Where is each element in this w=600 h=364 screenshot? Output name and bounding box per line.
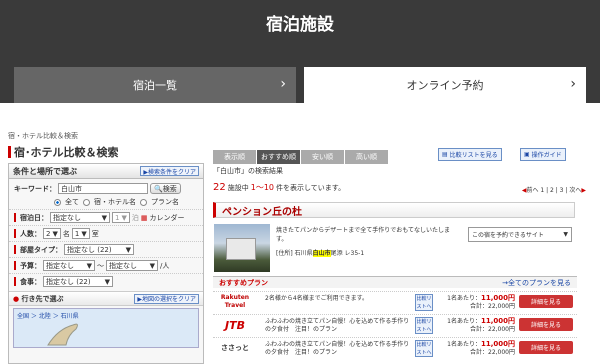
keyword-input[interactable]: 白山市 [58, 183, 148, 194]
section-title: 宿･ホテル比較＆検索 [8, 144, 119, 160]
rakuten-logo: Rakuten Travel [220, 294, 250, 309]
next-link[interactable]: 次へ [569, 187, 581, 194]
checkin-label: 宿泊日： [20, 213, 48, 222]
pagination: ◀前へ 1 | 2 | 3 | 次へ▶ [522, 185, 586, 194]
radio-all[interactable] [54, 198, 61, 206]
area-map[interactable]: 全国 ＞ 北陸 ＞ 石川県 [13, 308, 199, 348]
plan-price: 1名あたり：11,000円 合計：22,000円 [447, 317, 515, 333]
sort-cheapest[interactable]: 安い順 [301, 150, 345, 164]
budget-min-select[interactable]: 指定なし ▼ [43, 260, 95, 271]
plan-description: ふわふわの焼き立てパン自慢！心を込めて作る手作りの夕食付 注目！のプラン [265, 341, 410, 356]
calendar-icon[interactable]: ▦ [141, 214, 148, 222]
all-plans-link[interactable]: →全てのプランを見る [502, 278, 571, 288]
plan-row: JTB ふわふわの焼き立てパン自慢！心を込めて作る手作りの夕食付 注目！のプラン… [213, 314, 577, 336]
pin-icon: ● [13, 294, 20, 303]
budget-max-select[interactable]: 指定なし ▼ [106, 260, 158, 271]
next-icon: ▶ [581, 187, 586, 194]
tab-accommodation-list[interactable]: 宿泊一覧 › [14, 67, 296, 103]
detail-button[interactable]: 詳細を見る [519, 295, 573, 308]
plan-price: 1名あたり：11,000円 合計：22,000円 [447, 294, 515, 310]
budget-label: 予算： [20, 261, 41, 270]
nights-select[interactable]: 1 ▼ [112, 212, 130, 223]
booking-site-select[interactable]: この宿を予約できるサイト ▼ [468, 227, 572, 242]
roomtype-label: 部屋タイプ： [20, 245, 62, 254]
add-compare-button[interactable]: 比較リストへ [415, 294, 433, 311]
rooms-select[interactable]: 1 ▼ [71, 228, 90, 239]
add-compare-button[interactable]: 比較リストへ [415, 317, 433, 334]
sort-display-order[interactable]: 表示順 [213, 150, 257, 164]
plan-row: ささっと ふわふわの焼き立てパン自慢！心を込めて作る手作りの夕食付 注目！のプラ… [213, 337, 577, 359]
tab-label: 宿泊一覧 [133, 79, 177, 92]
plan-description: ふわふわの焼き立てパン自慢！心を込めて作る手作りの夕食付 注目！のプラン [265, 318, 410, 333]
breadcrumb: 宿・ホテル比較＆検索 [8, 132, 78, 140]
clear-conditions-button[interactable]: ▶検索条件をクリア [140, 166, 199, 176]
checkin-select[interactable]: 指定なし ▼ [50, 212, 110, 223]
detail-button[interactable]: 詳細を見る [519, 318, 573, 331]
help-icon: ▣ [524, 151, 530, 158]
calendar-link[interactable]: カレンダー [149, 213, 184, 223]
result-count: 22 施設中 1〜10 件を表示しています。 [213, 182, 346, 193]
plan-description: 2名様から4名様までご利用できます。 [265, 295, 369, 302]
hotel-photo[interactable] [214, 224, 270, 272]
add-compare-button[interactable]: 比較リストへ [415, 340, 433, 357]
clear-map-button[interactable]: ▶地図の選択をクリア [134, 293, 199, 304]
plan-row: Rakuten Travel 2名様から4名様までご利用できます。 比較リストへ… [213, 291, 577, 313]
keyword-label: キーワード： [14, 184, 56, 193]
page-links[interactable]: 1 | 2 | 3 | [540, 187, 567, 194]
search-panel: 条件と場所で選ぶ ▶検索条件をクリア キーワード： 白山市 🔍検索 全て 宿・ホ… [8, 163, 204, 364]
sort-highest[interactable]: 高い順 [345, 150, 389, 164]
prev-link[interactable]: 前へ [526, 187, 538, 194]
meal-select[interactable]: 指定なし (22) ▼ [43, 276, 113, 287]
radio-hotel-name[interactable] [83, 198, 90, 206]
sort-recommended[interactable]: おすすめ順 [257, 150, 301, 164]
people-select[interactable]: 2 ▼ [43, 228, 61, 239]
roomtype-select[interactable]: 指定なし (22) ▼ [64, 244, 134, 255]
jtb-logo: JTB [225, 319, 245, 332]
meal-label: 食事： [20, 277, 41, 286]
chevron-right-icon: › [570, 76, 576, 92]
people-label: 人数： [20, 229, 41, 238]
hotel-name[interactable]: ペンション丘の杜 [213, 202, 575, 218]
site-logo: ささっと [221, 344, 249, 352]
list-icon: ▤ [442, 151, 448, 158]
hotel-description: 焼きたてパンからデザートまで全て手作りでおもてなしいたします。 [276, 227, 451, 243]
compare-list-button[interactable]: ▤ 比較リストを見る [438, 148, 502, 161]
plan-price: 1名あたり：11,000円 合計：22,000円 [447, 340, 515, 356]
map-header: ● 行き先で選ぶ ▶地図の選択をクリア [9, 291, 203, 306]
map-shape [47, 323, 78, 346]
radio-plan-name[interactable] [140, 198, 147, 206]
page-title: 宿泊施設 [266, 15, 334, 35]
search-button[interactable]: 🔍検索 [150, 183, 181, 194]
detail-button[interactable]: 詳細を見る [519, 341, 573, 354]
result-heading: 「白山市」の検索結果 [213, 167, 283, 175]
tab-label: オンライン予約 [406, 79, 484, 92]
panel-header: 条件と場所で選ぶ ▶検索条件をクリア [9, 164, 203, 179]
hotel-address: [住所] 石川県白山市尾添 レ35-1 [276, 250, 365, 257]
plans-header: おすすめプラン →全てのプランを見る [213, 276, 577, 288]
tab-online-booking[interactable]: オンライン予約 › [304, 67, 586, 103]
sort-tabs: 表示順 おすすめ順 安い順 高い順 [213, 150, 389, 164]
chevron-right-icon: › [280, 76, 286, 92]
guide-button[interactable]: ▣ 操作ガイド [520, 148, 566, 161]
